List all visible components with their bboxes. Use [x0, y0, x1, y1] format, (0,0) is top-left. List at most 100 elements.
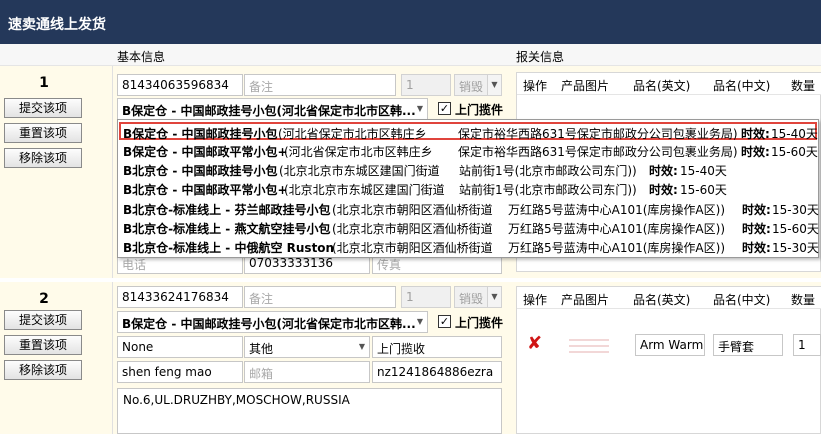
header-spacer [0, 44, 113, 66]
option-time: 15-60天 [771, 145, 818, 159]
image-line [569, 351, 609, 353]
triangle-down-icon: ▼ [416, 317, 424, 326]
insurance-field[interactable]: None [117, 336, 243, 358]
order-number: 2 [39, 291, 49, 307]
column-header: 品名(英文) [633, 293, 691, 307]
reset-button[interactable]: 重置该项 [4, 335, 82, 355]
triangle-down-icon: ▼ [358, 342, 366, 351]
option-time-label: 时效: [742, 241, 771, 255]
order-card-2: 2 提交该项 重置该项 移除该项 81433624176834 备注 1 销毁 … [0, 282, 821, 434]
order-id-field[interactable]: 81434063596834 [117, 74, 243, 96]
option-time: 15-30天 [772, 241, 819, 255]
option-time-label: 时效: [741, 127, 770, 141]
note-field[interactable]: 备注 [244, 74, 396, 96]
window-title: 速卖通线上发货 [0, 0, 821, 44]
category-select[interactable]: 其他 ▼ [244, 336, 370, 358]
column-header: 产品图片 [561, 79, 610, 93]
shipping-method-value: B保定仓 - 中国邮政挂号小包(河北省保定市北市区韩... [122, 104, 416, 118]
pickup-type-field[interactable]: 上门揽收 [372, 336, 502, 358]
column-header: 品名(英文) [633, 79, 691, 93]
pickup-checkbox[interactable]: ✓ [438, 315, 451, 328]
triangle-down-icon: ▼ [416, 104, 424, 113]
option-origin: (河北省保定市北市区韩庄乡 [278, 127, 427, 141]
order-actions-panel: 2 提交该项 重置该项 移除该项 [0, 282, 113, 434]
quantity-field[interactable]: 1 [401, 286, 451, 308]
reset-button[interactable]: 重置该项 [4, 123, 82, 143]
option-origin: (北京北京市东城区建国门街道 [284, 183, 445, 197]
shipping-method-select[interactable]: B保定仓 - 中国邮政挂号小包(河北省保定市北市区韩... ▼ [117, 311, 428, 333]
shipping-method-dropdown: B保定仓 - 中国邮政挂号小包 (河北省保定市北市区韩庄乡 保定市裕华西路631… [117, 119, 819, 258]
option-time: 15-30天 [772, 203, 819, 217]
submit-button[interactable]: 提交该项 [4, 310, 82, 330]
option-method: B北京仓 - 中国邮政平常小包+ [123, 183, 288, 197]
check-icon: ✓ [439, 315, 450, 328]
option-address: 万红路5号蓝涛中心A101(库房操作A区)) [508, 241, 726, 255]
remove-button[interactable]: 移除该项 [4, 148, 82, 168]
column-header: 品名(中文) [713, 293, 771, 307]
sale-status-value: 销毁 [459, 80, 484, 94]
column-header: 产品图片 [561, 293, 610, 307]
sale-status-select[interactable]: 销毁 ▼ [454, 286, 502, 308]
triangle-down-icon: ▼ [487, 75, 501, 95]
column-header: 品名(中文) [713, 79, 771, 93]
order-id-field[interactable]: 81433624176834 [117, 286, 243, 308]
customs-panel: 操作 产品图片 品名(英文) 品名(中文) 数量 ✘ Arm Warm 手臂套 … [512, 282, 821, 434]
option-time-label: 时效: [742, 203, 771, 217]
option-address: 站前街1号(北京市邮政公司东门)) [459, 183, 637, 197]
option-address: 万红路5号蓝涛中心A101(库房操作A区)) [508, 203, 726, 217]
submit-button[interactable]: 提交该项 [4, 98, 82, 118]
pickup-checkbox[interactable]: ✓ [438, 102, 451, 115]
column-header: 操作 [523, 293, 548, 307]
option-address: 站前街1号(北京市邮政公司东门)) [459, 164, 637, 178]
red-x-icon[interactable]: ✘ [527, 333, 542, 354]
dropdown-option[interactable]: B保定仓 - 中国邮政挂号小包 (河北省保定市北市区韩庄乡 保定市裕华西路631… [119, 122, 818, 141]
product-image [565, 325, 613, 363]
basic-info-header: 基本信息 [113, 44, 512, 66]
tracking-field[interactable]: nz1241864886ezra [372, 361, 502, 383]
option-method: B保定仓 - 中国邮政挂号小包 [123, 127, 278, 141]
check-icon: ✓ [439, 102, 450, 115]
shipping-method-select[interactable]: B保定仓 - 中国邮政挂号小包(河北省保定市北市区韩... ▼ [117, 98, 428, 120]
product-name-en-field[interactable]: Arm Warm [635, 334, 705, 356]
option-method: B保定仓 - 中国邮政平常小包+ [123, 145, 288, 159]
option-origin: (北京北京市朝阳区酒仙桥街道 [332, 241, 493, 255]
option-time: 15-60天 [680, 183, 727, 197]
option-method: B北京仓 - 中国邮政挂号小包 [123, 164, 278, 178]
option-origin: (北京北京市东城区建国门街道 [279, 164, 440, 178]
order-number: 1 [39, 75, 49, 91]
customs-table-header: 操作 产品图片 品名(英文) 品名(中文) 数量 [517, 287, 821, 309]
pickup-label: 上门揽件 [455, 103, 504, 117]
option-time: 15-40天 [771, 127, 818, 141]
sale-status-select[interactable]: 销毁 ▼ [454, 74, 502, 96]
option-origin: (河北省保定市北市区韩庄乡 [284, 145, 433, 159]
customs-table-header: 操作 产品图片 品名(英文) 品名(中文) 数量 [517, 73, 821, 95]
category-value: 其他 [249, 342, 274, 356]
quantity-field[interactable]: 1 [401, 74, 451, 96]
option-address: 万红路5号蓝涛中心A101(库房操作A区)) [508, 222, 726, 236]
sale-status-value: 销毁 [459, 292, 484, 306]
option-time-label: 时效: [649, 164, 678, 178]
column-header: 数量 [791, 79, 816, 93]
name-field[interactable]: shen feng mao [117, 361, 243, 383]
image-line [569, 339, 609, 341]
option-time: 15-40天 [680, 164, 727, 178]
column-header: 操作 [523, 79, 548, 93]
option-time-label: 时效: [741, 145, 770, 159]
note-field[interactable]: 备注 [244, 286, 396, 308]
option-method: B北京仓-标准线上 - 燕文航空挂号小包 [123, 222, 331, 236]
shipping-method-value: B保定仓 - 中国邮政挂号小包(河北省保定市北市区韩... [122, 317, 416, 331]
option-time-label: 时效: [649, 183, 678, 197]
email-field[interactable]: 邮箱 [244, 361, 370, 383]
address-textarea[interactable]: No.6,UL.DRUZHBY,MOSCHOW,RUSSIA [117, 388, 502, 434]
remove-button[interactable]: 移除该项 [4, 360, 82, 380]
image-line [569, 345, 609, 347]
option-origin: (北京北京市朝阳区酒仙桥街道 [332, 203, 493, 217]
option-address: 保定市裕华西路631号保定市邮政分公司包裹业务局) [458, 145, 738, 159]
option-method: B北京仓-标准线上 - 中俄航空 Ruston [123, 241, 335, 255]
triangle-down-icon: ▼ [487, 287, 501, 307]
product-name-cn-field[interactable]: 手臂套 [713, 334, 783, 356]
product-qty-field[interactable]: 1 [793, 334, 821, 356]
option-time-label: 时效: [742, 222, 771, 236]
customs-table: 操作 产品图片 品名(英文) 品名(中文) 数量 ✘ Arm Warm 手臂套 … [516, 286, 821, 434]
column-header: 数量 [791, 293, 816, 307]
